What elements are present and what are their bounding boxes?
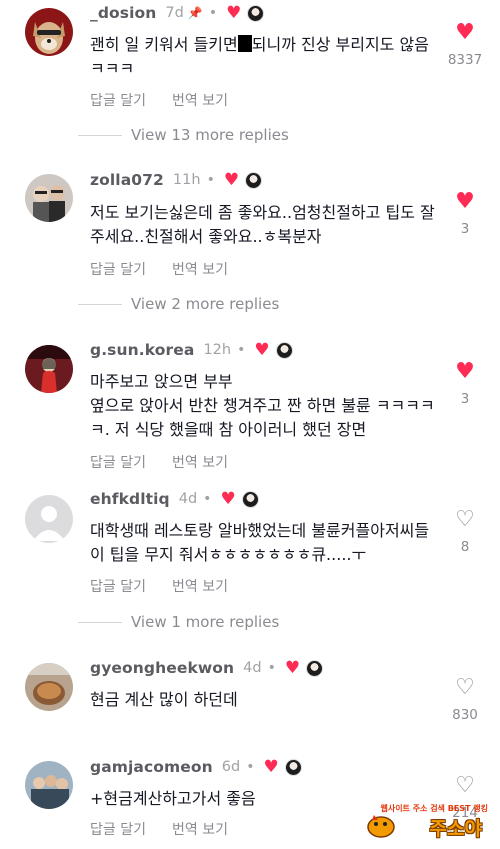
- username[interactable]: gyeonghee­kwon: [90, 659, 234, 677]
- food-avatar-icon: [25, 663, 73, 711]
- pin-icon: 📌: [187, 6, 203, 20]
- separator-dot: •: [203, 491, 212, 507]
- creator-avatar: [306, 659, 324, 677]
- comment-text-part: 괜히 일 키워서 들키면: [90, 35, 238, 54]
- separator-dot: •: [246, 759, 255, 775]
- reply-button[interactable]: 답글 달기: [90, 819, 146, 839]
- comment-text: 괜히 일 키워서 들키면 되니까 진상 부리지도 않음 ㅋㅋㅋ: [90, 33, 435, 81]
- like-count: 8: [460, 539, 470, 555]
- view-more-label[interactable]: View 1 more replies: [131, 613, 279, 631]
- timestamp: 12h: [203, 342, 232, 358]
- avatar[interactable]: [25, 663, 73, 711]
- username[interactable]: ehfkdltiq: [90, 490, 170, 508]
- comment-text: 저도 보기는싫은데 좀 좋와요..엄청친절하고 팁도 잘주세요..친절해서 좋와…: [90, 203, 435, 246]
- reply-button[interactable]: 답글 달기: [90, 259, 146, 279]
- heart-icon[interactable]: ♥: [430, 361, 500, 383]
- view-more-label[interactable]: View 13 more replies: [131, 126, 289, 144]
- creator-avatar: [247, 4, 265, 22]
- watermark: 웹사이트 주소 검색 BEST 랭킹 주소야: [364, 801, 492, 843]
- like-count: 3: [460, 391, 470, 407]
- avatar[interactable]: [25, 761, 73, 809]
- heart-outline-icon[interactable]: ♡: [430, 677, 500, 699]
- translate-button[interactable]: 번역 보기: [172, 576, 228, 596]
- timestamp: 11h: [172, 172, 201, 188]
- separator-dot: •: [206, 172, 215, 188]
- avatar[interactable]: [25, 495, 73, 543]
- creator-liked-heart-icon: ♥: [254, 339, 270, 360]
- creator-avatar: [245, 171, 263, 189]
- view-more-replies[interactable]: View 13 more replies: [78, 126, 289, 144]
- username[interactable]: gamjacomeon: [90, 758, 213, 776]
- translate-button[interactable]: 번역 보기: [172, 259, 228, 279]
- heart-icon[interactable]: ♥: [430, 191, 500, 213]
- dog-avatar-icon: [25, 8, 73, 56]
- view-more-replies[interactable]: View 2 more replies: [78, 295, 279, 313]
- reply-button[interactable]: 답글 달기: [90, 90, 146, 110]
- like-count: 830: [452, 707, 478, 723]
- view-more-label[interactable]: View 2 more replies: [131, 295, 279, 313]
- timestamp: 7d: [165, 5, 184, 21]
- group-avatar-icon: [25, 761, 73, 809]
- avatar[interactable]: [25, 345, 73, 393]
- heart-outline-icon[interactable]: ♡: [430, 775, 500, 797]
- username[interactable]: zolla072: [90, 171, 164, 189]
- people-avatar-icon: [25, 174, 73, 222]
- divider-line: [78, 621, 122, 623]
- separator-dot: •: [237, 342, 246, 358]
- creator-liked-heart-icon: ♥: [284, 657, 301, 678]
- divider-line: [78, 303, 122, 305]
- comment-text: 마주보고 앉으면 부부 옆으로 앉아서 반찬 챙겨주고 짠 하면 불륜 ㅋㅋㅋㅋ…: [90, 372, 435, 439]
- timestamp: 6d: [221, 759, 241, 775]
- default-avatar-icon: [25, 495, 73, 543]
- creator-liked-heart-icon: ♥: [263, 756, 279, 777]
- translate-button[interactable]: 번역 보기: [172, 90, 228, 110]
- heart-outline-icon[interactable]: ♡: [430, 509, 500, 531]
- comment-text: 대학생때 레스토랑 알바했었는데 불륜커플아저씨들이 팁을 무지 줘서ㅎㅎㅎㅎㅎ…: [90, 521, 430, 564]
- translate-button[interactable]: 번역 보기: [172, 819, 228, 839]
- username[interactable]: _dosion: [90, 4, 156, 22]
- creator-avatar: [241, 490, 259, 508]
- redaction-block: [237, 35, 252, 52]
- avatar[interactable]: [25, 174, 73, 222]
- reply-button[interactable]: 답글 달기: [90, 576, 146, 596]
- timestamp: 4d: [178, 491, 198, 507]
- creator-liked-heart-icon: ♥: [226, 2, 242, 23]
- comment-text: 현금 계산 많이 하던데: [90, 690, 238, 709]
- username[interactable]: g.sun.korea: [90, 341, 194, 359]
- like-count: 3: [460, 221, 470, 237]
- separator-dot: •: [267, 660, 276, 676]
- heart-icon[interactable]: ♥: [430, 22, 500, 44]
- creator-liked-heart-icon: ♥: [220, 488, 236, 509]
- like-count: 8337: [447, 52, 483, 68]
- translate-button[interactable]: 번역 보기: [172, 452, 228, 472]
- divider-line: [78, 134, 122, 136]
- person-avatar-icon: [25, 345, 73, 393]
- creator-avatar: [275, 341, 293, 359]
- watermark-logo-text: 주소야: [429, 818, 482, 840]
- creator-avatar: [284, 758, 302, 776]
- reply-button[interactable]: 답글 달기: [90, 452, 146, 472]
- watermark-tagline: 웹사이트 주소 검색 BEST 랭킹: [380, 804, 488, 813]
- view-more-replies[interactable]: View 1 more replies: [78, 613, 279, 631]
- creator-liked-heart-icon: ♥: [223, 169, 240, 190]
- separator-dot: •: [208, 5, 218, 21]
- timestamp: 4d: [243, 660, 262, 676]
- avatar[interactable]: [25, 8, 73, 56]
